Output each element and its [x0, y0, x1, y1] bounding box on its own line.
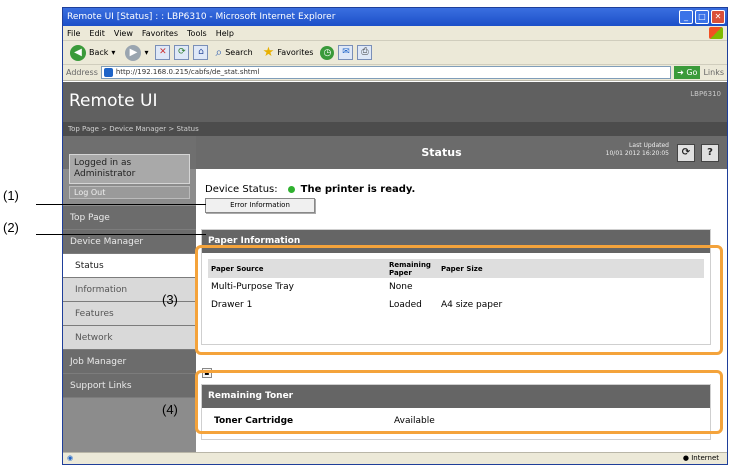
paper-source: Drawer 1	[211, 300, 253, 310]
callout-4: (4)	[162, 402, 178, 417]
callout-1: (1)	[3, 188, 19, 203]
maximize-button[interactable]: □	[695, 10, 709, 24]
favorites-label: Favorites	[277, 48, 314, 57]
minimize-button[interactable]: _	[679, 10, 693, 24]
star-icon: ★	[262, 45, 275, 60]
last-updated-label: Last Updated	[629, 142, 669, 149]
title-bar: Remote UI [Status] : : LBP6310 - Microso…	[63, 8, 727, 26]
paper-table: Paper Source Remaining Paper Paper Size …	[208, 259, 704, 314]
toner-value: Available	[394, 416, 435, 426]
back-arrow-icon: ◀	[70, 44, 86, 61]
back-label: Back	[89, 48, 109, 57]
home-icon[interactable]: ⌂	[193, 45, 209, 60]
menu-tools[interactable]: Tools	[187, 26, 207, 40]
breadcrumb: Top Page > Device Manager > Status	[63, 122, 727, 136]
address-value: http://192.168.0.215/cabfs/de_stat.shtml	[115, 68, 260, 76]
menu-help[interactable]: Help	[216, 26, 234, 40]
callout-1-line	[36, 204, 206, 205]
table-row: Drawer 1 Loaded A4 size paper	[208, 296, 704, 314]
col-remaining-paper: Remaining Paper	[386, 259, 438, 278]
menu-edit[interactable]: Edit	[89, 26, 105, 40]
sidebar-item-support-links[interactable]: Support Links	[63, 374, 196, 398]
paper-source: Multi-Purpose Tray	[211, 282, 294, 292]
stop-icon[interactable]: ✕	[155, 45, 171, 60]
login-user: Administrator	[74, 169, 136, 179]
remote-ui-logo: Remote UI	[69, 91, 158, 111]
globe-icon: ●	[682, 454, 689, 462]
printer-model: LBP6310	[690, 90, 721, 98]
browser-status-bar: ◉ ● Internet	[63, 452, 727, 464]
help-button[interactable]: ?	[701, 144, 719, 162]
address-label: Address	[66, 68, 98, 77]
callout-3: (3)	[162, 292, 178, 307]
page-done-icon: ◉	[67, 454, 74, 462]
zone-indicator: ● Internet	[683, 453, 719, 464]
remaining-paper: Loaded	[389, 300, 422, 310]
menu-view[interactable]: View	[114, 26, 133, 40]
paper-size	[438, 278, 704, 296]
sidebar-item-network[interactable]: Network	[63, 326, 196, 350]
history-icon[interactable]: ◷	[320, 45, 335, 60]
refresh-icon[interactable]: ⟳	[174, 45, 190, 60]
refresh-button[interactable]: ⟳	[677, 144, 695, 162]
menu-favorites[interactable]: Favorites	[142, 26, 178, 40]
page-content: Remote UI LBP6310 Top Page > Device Mana…	[63, 82, 727, 454]
login-line1: Logged in as	[74, 158, 132, 168]
zone-label: Internet	[691, 454, 719, 462]
search-button[interactable]: ⌕ Search	[212, 43, 255, 63]
paper-information-panel: Paper Information Paper Source Remaining…	[201, 229, 711, 345]
menu-file[interactable]: File	[67, 26, 80, 40]
go-button[interactable]: ➜ Go	[674, 66, 701, 79]
remaining-paper: None	[389, 282, 413, 292]
callout-2: (2)	[3, 220, 19, 235]
toolbar: ◀ Back ▾ ▶ ▾ ✕ ⟳ ⌂ ⌕ Search ★ Favorites ◷ ✉…	[63, 41, 727, 65]
status-header: Status Last Updated 10/01 2012 16:20:05 …	[196, 136, 727, 169]
callout-2-line	[36, 234, 206, 235]
sidebar-item-job-manager[interactable]: Job Manager	[63, 350, 196, 374]
toner-name: Toner Cartridge	[214, 416, 294, 426]
status-indicator-icon	[287, 186, 295, 193]
search-icon: ⌕	[215, 45, 223, 59]
back-button[interactable]: ◀ Back ▾	[67, 43, 118, 63]
paper-table-header: Paper Source Remaining Paper Paper Size	[208, 259, 704, 278]
table-row: Multi-Purpose Tray None	[208, 278, 704, 296]
go-label: Go	[686, 68, 698, 77]
address-bar: Address http://192.168.0.215/cabfs/de_st…	[63, 65, 727, 81]
device-status-value: The printer is ready.	[300, 184, 416, 195]
search-label: Search	[225, 48, 253, 57]
windows-logo-icon	[709, 27, 723, 39]
main-panel: Status Last Updated 10/01 2012 16:20:05 …	[196, 136, 727, 454]
toner-row: Toner Cartridge Available	[202, 408, 710, 434]
col-paper-source: Paper Source	[208, 259, 386, 278]
col-paper-size: Paper Size	[438, 259, 704, 278]
remote-ui-header: Remote UI LBP6310	[63, 82, 727, 122]
error-information-button[interactable]: Error Information	[205, 198, 315, 213]
last-updated-value: 10/01 2012 16:20:05	[605, 150, 669, 157]
remaining-toner-title: Remaining Toner	[202, 385, 710, 408]
window-title: Remote UI [Status] : : LBP6310 - Microso…	[67, 12, 336, 22]
last-updated: Last Updated 10/01 2012 16:20:05	[606, 142, 669, 158]
device-status-label: Device Status:	[205, 184, 278, 195]
favorites-button[interactable]: ★ Favorites	[260, 43, 317, 63]
paper-size: A4 size paper	[441, 300, 503, 310]
login-info: Logged in as Administrator	[69, 154, 190, 184]
forward-arrow-icon: ▶	[125, 44, 142, 61]
device-status: Device Status: The printer is ready.	[205, 184, 415, 195]
paper-information-title: Paper Information	[202, 230, 710, 253]
remaining-toner-panel: Remaining Toner Toner Cartridge Availabl…	[201, 384, 711, 440]
close-button[interactable]: ✕	[711, 10, 725, 24]
sidebar-item-top-page[interactable]: Top Page	[63, 206, 196, 230]
expand-toggle[interactable]: ▪	[202, 368, 212, 378]
forward-button[interactable]: ▶ ▾	[122, 43, 151, 63]
refresh-icon: ⟳	[681, 147, 691, 158]
address-input[interactable]: http://192.168.0.215/cabfs/de_stat.shtml	[100, 66, 672, 79]
browser-window: Remote UI [Status] : : LBP6310 - Microso…	[62, 7, 728, 465]
sidebar-item-status[interactable]: Status	[63, 254, 196, 278]
logout-button[interactable]: Log Out	[69, 186, 190, 199]
mail-icon[interactable]: ✉	[338, 45, 354, 60]
menu-bar: File Edit View Favorites Tools Help	[63, 26, 727, 41]
links-label[interactable]: Links	[703, 68, 724, 77]
print-icon[interactable]: ⎙	[357, 45, 373, 60]
ie-page-icon	[103, 68, 113, 77]
